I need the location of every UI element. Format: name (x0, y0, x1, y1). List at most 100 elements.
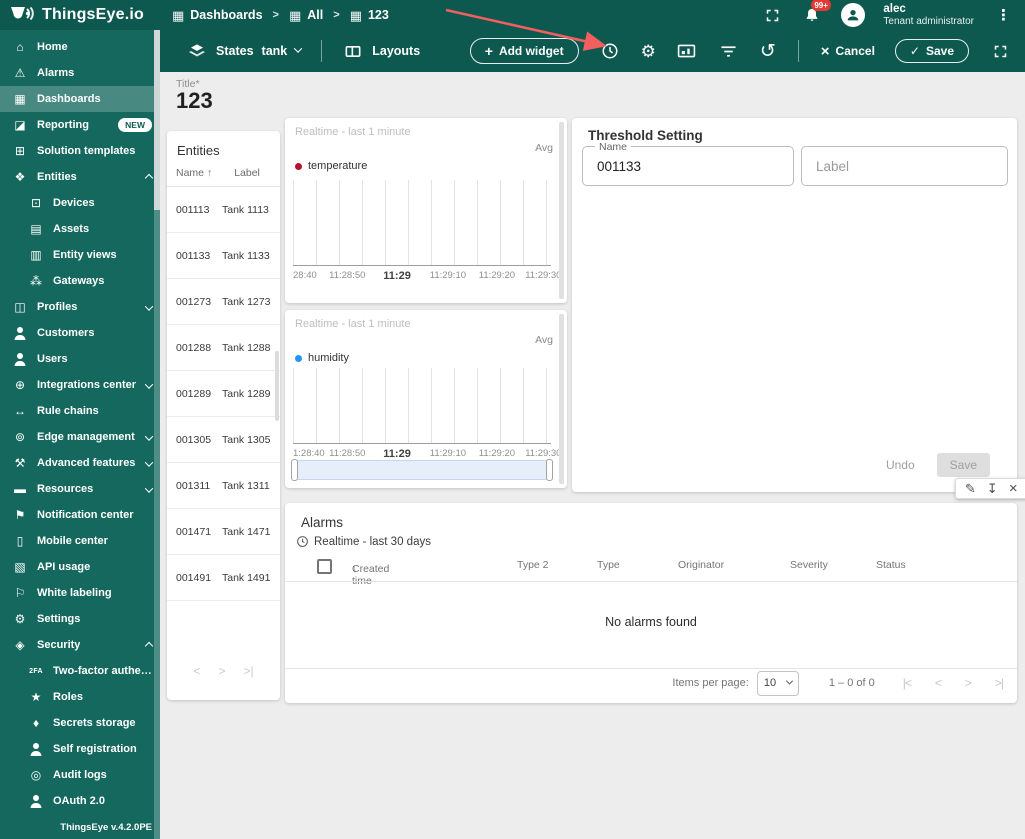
sidebar-item-secrets-storage[interactable]: ♦ Secrets storage (0, 710, 160, 736)
chart-timewindow-label[interactable]: Realtime - last 1 minute (295, 318, 411, 330)
entity-row[interactable]: 001133 Tank 1133 (167, 233, 280, 279)
sidebar-item-advanced-features[interactable]: ⚒ Advanced features (0, 450, 160, 476)
sidebar-item-security[interactable]: ◈ Security (0, 632, 160, 658)
more-menu-icon[interactable]: ⋮ (992, 6, 1015, 24)
sidebar-item-integrations-center[interactable]: ⊕ Integrations center (0, 372, 160, 398)
sidebar-item-users[interactable]: Users (0, 346, 160, 372)
sidebar-item-white-labeling[interactable]: ⚐ White labeling (0, 580, 160, 606)
column-status[interactable]: Status (876, 559, 906, 571)
state-selector[interactable]: tank (262, 44, 288, 58)
next-page-icon[interactable]: > (965, 676, 972, 690)
version-history-icon[interactable]: ↺ (760, 42, 776, 61)
entity-row[interactable]: 001305 Tank 1305 (167, 417, 280, 463)
column-name[interactable]: Name ↑ (176, 167, 212, 179)
user-meta[interactable]: alec Tenant administrator (883, 3, 974, 28)
sidebar-item-reporting[interactable]: ◪ Reporting NEW (0, 112, 160, 138)
sidebar-item-entity-views[interactable]: ▥ Entity views (0, 242, 160, 268)
entity-row[interactable]: 001311 Tank 1311 (167, 463, 280, 509)
next-page-icon[interactable]: > (218, 664, 225, 678)
time-window-icon[interactable] (599, 40, 621, 62)
entity-row[interactable]: 001289 Tank 1289 (167, 371, 280, 417)
widget-scrollbar[interactable] (559, 122, 564, 299)
sidebar-item-notification-center[interactable]: ⚑ Notification center (0, 502, 160, 528)
last-page-icon[interactable]: >| (995, 676, 1004, 690)
sidebar-item-gateways[interactable]: ⁂ Gateways (0, 268, 160, 294)
breadcrumb-dashboards[interactable]: ▦ Dashboards (172, 8, 263, 22)
datazoom-left-handle[interactable] (291, 459, 298, 481)
chart-timewindow-label[interactable]: Realtime - last 1 minute (295, 126, 411, 138)
sidebar-item-mobile-center[interactable]: ▯ Mobile center (0, 528, 160, 554)
column-type[interactable]: Type (597, 559, 620, 571)
sidebar-item-edge-management[interactable]: ⊚ Edge management (0, 424, 160, 450)
sidebar-item-settings[interactable]: ⚙ Settings (0, 606, 160, 632)
notifications-bell-icon[interactable]: 99+ (801, 0, 832, 26)
sidebar-item-resources[interactable]: ▬ Resources (0, 476, 160, 502)
last-page-icon[interactable]: >| (243, 664, 253, 678)
column-label[interactable]: Label (234, 167, 260, 179)
layouts-button[interactable]: Layouts (372, 44, 420, 58)
legend-temperature[interactable]: temperature (295, 160, 367, 172)
column-originator[interactable]: Originator (678, 559, 724, 571)
entities-scrollbar[interactable] (275, 351, 279, 421)
prev-page-icon[interactable]: < (935, 676, 942, 690)
sidebar-item-api-usage[interactable]: ▧ API usage (0, 554, 160, 580)
entity-row[interactable]: 001273 Tank 1273 (167, 279, 280, 325)
column-severity[interactable]: Severity (790, 559, 828, 571)
sidebar-item-assets[interactable]: ▤ Assets (0, 216, 160, 242)
datazoom-right-handle[interactable] (546, 459, 553, 481)
sidebar-item-devices[interactable]: ⊡ Devices (0, 190, 160, 216)
entity-row[interactable]: 001491 Tank 1491 (167, 555, 280, 601)
sidebar-item-audit-logs[interactable]: ◎ Audit logs (0, 762, 160, 788)
widget-scrollbar[interactable] (559, 314, 564, 484)
alarms-timewindow[interactable]: Realtime - last 30 days (296, 535, 431, 548)
select-all-checkbox[interactable] (317, 559, 332, 574)
prev-page-icon[interactable]: < (193, 664, 200, 678)
filters-icon[interactable] (718, 40, 740, 62)
dashboard-title-value[interactable]: 123 (176, 88, 213, 114)
sidebar-item-dashboards[interactable]: ▦ Dashboards (0, 86, 160, 112)
divider (285, 581, 1017, 582)
export-widget-download-icon[interactable]: ↧ (987, 482, 998, 495)
state-dropdown-chevron-icon[interactable] (293, 43, 303, 53)
column-type2[interactable]: Type 2 (517, 559, 549, 571)
sidebar-item-profiles[interactable]: ◫ Profiles (0, 294, 160, 320)
humidity-plot-area[interactable] (293, 368, 551, 444)
sidebar-item-customers[interactable]: Customers (0, 320, 160, 346)
entity-row[interactable]: 001471 Tank 1471 (167, 509, 280, 555)
sidebar-item-alarms[interactable]: ⚠ Alarms (0, 60, 160, 86)
sidebar-item-oauth[interactable]: OAuth 2.0 (0, 788, 160, 814)
threshold-save-button[interactable]: Save (936, 453, 990, 477)
fullscreen-icon[interactable] (761, 4, 783, 26)
edit-widget-pencil-icon[interactable]: ✎ (965, 482, 976, 495)
sidebar-item-solution-templates[interactable]: ⊞ Solution templates (0, 138, 160, 164)
sidebar-item-self-registration[interactable]: Self registration (0, 736, 160, 762)
breadcrumb-current[interactable]: ▦ 123 (350, 8, 389, 22)
entity-row[interactable]: 001113 Tank 1113 (167, 187, 280, 233)
brand-logo[interactable]: ThingsEye.io (0, 5, 144, 25)
entities-icon: ❖ (14, 170, 26, 184)
avatar[interactable] (841, 3, 866, 27)
legend-humidity[interactable]: humidity (295, 352, 349, 364)
toolbar-fullscreen-icon[interactable] (989, 40, 1011, 62)
sidebar-item-roles[interactable]: ★ Roles (0, 684, 160, 710)
add-widget-button[interactable]: + Add widget (469, 38, 579, 64)
sidebar-scrollbar[interactable] (154, 30, 160, 839)
label-input[interactable] (802, 147, 1007, 185)
entity-aliases-icon[interactable] (676, 40, 698, 62)
save-button[interactable]: ✓ Save (894, 39, 969, 63)
temperature-plot-area[interactable] (293, 180, 551, 266)
sidebar-item-home[interactable]: ⌂ Home (0, 34, 160, 60)
cancel-button[interactable]: × Cancel (821, 43, 875, 60)
sidebar-item-entities[interactable]: ❖ Entities (0, 164, 160, 190)
entity-row[interactable]: 001288 Tank 1288 (167, 325, 280, 371)
sidebar-item-rule-chains[interactable]: ↔ Rule chains (0, 398, 160, 424)
datazoom-slider[interactable] (291, 459, 553, 481)
remove-widget-close-icon[interactable]: × (1009, 481, 1018, 496)
dashboard-settings-gear-icon[interactable]: ⚙ (641, 43, 656, 60)
first-page-icon[interactable]: |< (903, 676, 912, 690)
items-per-page-select[interactable]: 10 (756, 670, 799, 696)
undo-button[interactable]: Undo (886, 458, 915, 472)
sidebar-item-two-factor[interactable]: 2FATwo-factor authenticati... (0, 658, 160, 684)
dashboard-content: Title* 123 Entities Name ↑ Label 001113 T… (160, 72, 1025, 839)
breadcrumb-all[interactable]: ▦ All (289, 8, 323, 22)
